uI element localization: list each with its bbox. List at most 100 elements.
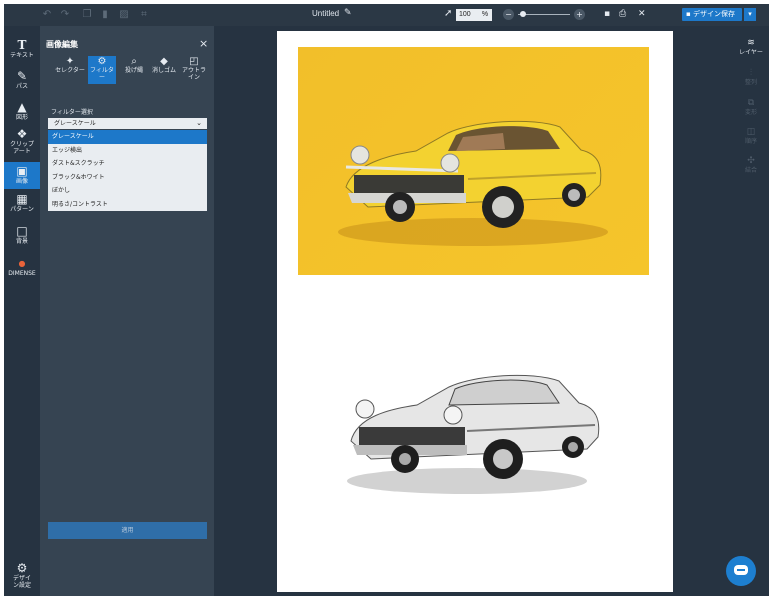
design-page[interactable]	[277, 31, 673, 592]
sidebar-item-design-settings[interactable]: ⚙ デザイン設定	[4, 562, 40, 590]
image-icon: ▣	[16, 164, 28, 178]
filter-option[interactable]: 明るさ/コントラスト	[48, 197, 207, 211]
dimense-icon: ●	[18, 259, 26, 268]
sidebar-item-shapes[interactable]: ▲ 図形	[4, 101, 40, 123]
sidebar-item-label: 図形	[15, 114, 28, 121]
color-car-photo[interactable]	[298, 47, 649, 275]
chevron-down-icon: ⌄	[196, 119, 202, 127]
tool-filter[interactable]: ⚙ フィルター	[88, 56, 116, 84]
sidebar-item-dimense[interactable]: ● DIMENSE	[4, 257, 40, 279]
sidebar-item-combine[interactable]: ✣ 結合	[733, 156, 769, 178]
sidebar-item-label: DIMENSE	[8, 270, 36, 277]
sidebar-item-align[interactable]: ⫶ 整列	[733, 68, 769, 90]
filter-option[interactable]: グレースケール	[48, 130, 207, 144]
magic-wand-icon: ✦	[65, 56, 75, 67]
panel-title: 画像編集	[46, 40, 78, 49]
sidebar-item-label: 変形	[744, 109, 757, 116]
sidebar-item-label: 整列	[744, 79, 757, 86]
crop-icon[interactable]: ⌗	[137, 8, 151, 22]
filter-options-list: グレースケール エッジ検出 ダスト&スクラッチ ブラック&ホワイト ぼかし 明る…	[48, 130, 207, 211]
sidebar-item-clipart[interactable]: ❖ クリップアート	[4, 128, 40, 158]
print-icon[interactable]: ⎙	[619, 9, 626, 19]
sidebar-item-label: レイヤー	[739, 49, 763, 56]
tool-label: 投げ縄	[124, 67, 143, 74]
sidebar-item-transform[interactable]: ⧉ 変形	[733, 98, 769, 120]
align-icon: ⫶	[749, 68, 753, 78]
background-icon: □	[16, 224, 28, 238]
zoom-input[interactable]: 100	[456, 9, 478, 21]
undo-icon[interactable]: ↶	[40, 8, 54, 22]
sidebar-item-label: 背景	[15, 238, 28, 245]
transform-icon: ⧉	[747, 98, 755, 108]
lasso-icon: ⌕	[131, 56, 137, 67]
redo-icon[interactable]: ↷	[58, 8, 72, 22]
grayscale-car-photo[interactable]	[327, 331, 607, 501]
zoom-in-button[interactable]: +	[574, 9, 585, 20]
tool-label: セレクター	[55, 67, 85, 74]
layers-icon: ≋	[747, 38, 755, 48]
apply-button[interactable]: 適用	[48, 522, 207, 539]
filter-option[interactable]: ぼかし	[48, 184, 207, 198]
save-design-button[interactable]: ▪ デザイン保存	[682, 8, 742, 21]
shapes-icon: ▲	[17, 100, 27, 114]
filter-select-label: フィルター選択	[51, 109, 93, 116]
sidebar-item-text[interactable]: T テキスト	[4, 39, 40, 61]
image-edit-panel: 画像編集 × ✦ セレクター ⚙ フィルター ⌕ 投げ縄 ◆ 消しゴム ◰ アウ…	[40, 26, 214, 596]
sidebar-item-label: 画像	[15, 178, 28, 185]
save-design-icon: ▪	[686, 10, 693, 18]
filter-icon: ⚙	[97, 56, 107, 67]
filter-option[interactable]: エッジ検出	[48, 143, 207, 157]
sidebar-item-pattern[interactable]: ▦ パターン	[4, 193, 40, 217]
sidebar-item-label: パターン	[10, 206, 34, 213]
sidebar-item-image[interactable]: ▣ 画像	[4, 162, 40, 189]
order-icon: ◫	[746, 127, 756, 137]
left-sidebar: T テキスト ✎ パス ▲ 図形 ❖ クリップアート ▣ 画像 ▦ パターン □…	[4, 26, 40, 596]
delete-icon[interactable]: ▮	[98, 8, 112, 22]
close-icon[interactable]: ✕	[638, 9, 646, 19]
top-toolbar: ↶ ↷ ❐ ▮ ▨ ⌗ Untitled ✎ ➚ 100 % − + ▪ ⎙ ✕…	[4, 4, 769, 26]
copy-icon[interactable]: ❐	[80, 8, 94, 22]
sidebar-item-label: 順序	[744, 138, 757, 145]
gear-icon: ⚙	[16, 561, 28, 575]
tool-lasso[interactable]: ⌕ 投げ縄	[120, 56, 148, 84]
outline-icon: ◰	[189, 56, 199, 67]
image-icon[interactable]: ▨	[117, 8, 131, 22]
close-icon[interactable]: ×	[199, 37, 208, 50]
app-window: ↶ ↷ ❐ ▮ ▨ ⌗ Untitled ✎ ➚ 100 % − + ▪ ⎙ ✕…	[4, 4, 769, 596]
tool-outline[interactable]: ◰ アウトライン	[180, 56, 208, 84]
zoom-out-button[interactable]: −	[503, 9, 514, 20]
filter-select[interactable]: グレースケール ⌄	[48, 118, 207, 129]
clipart-icon: ❖	[16, 127, 28, 141]
save-icon[interactable]: ▪	[604, 9, 610, 19]
chat-support-button[interactable]	[726, 556, 756, 586]
text-icon: T	[17, 38, 27, 52]
sidebar-item-layers[interactable]: ≋ レイヤー	[733, 38, 769, 60]
save-design-label: デザイン保存	[692, 10, 735, 18]
document-title[interactable]: Untitled	[312, 9, 339, 18]
tool-selector[interactable]: ✦ セレクター	[55, 56, 85, 84]
combine-icon: ✣	[747, 156, 755, 166]
filter-option[interactable]: ブラック&ホワイト	[48, 170, 207, 184]
sidebar-item-path[interactable]: ✎ パス	[4, 70, 40, 92]
sidebar-item-label: パス	[15, 83, 28, 90]
sidebar-item-order[interactable]: ◫ 順序	[733, 127, 769, 149]
tool-label: 消しゴム	[151, 67, 176, 74]
edit-title-icon[interactable]: ✎	[344, 8, 352, 18]
zoom-slider-handle[interactable]	[520, 11, 526, 17]
tool-label: アウトライン	[181, 67, 206, 81]
filter-option[interactable]: ダスト&スクラッチ	[48, 157, 207, 171]
sidebar-item-label: 結合	[744, 167, 757, 174]
pattern-icon: ▦	[16, 192, 28, 206]
tool-label: フィルター	[90, 67, 114, 81]
pointer-icon[interactable]: ➚	[444, 8, 452, 19]
filter-select-value: グレースケール	[54, 120, 96, 127]
pen-icon: ✎	[16, 69, 28, 83]
chat-dots	[737, 569, 745, 571]
sidebar-item-label: クリップアート	[9, 141, 34, 155]
tool-eraser[interactable]: ◆ 消しゴム	[150, 56, 178, 84]
sidebar-item-background[interactable]: □ 背景	[4, 225, 40, 247]
eraser-icon: ◆	[160, 56, 168, 67]
save-dropdown-button[interactable]: ▾	[744, 8, 756, 21]
right-sidebar: ≋ レイヤー ⫶ 整列 ⧉ 変形 ◫ 順序 ✣ 結合	[733, 26, 769, 596]
sidebar-item-label: デザイン設定	[12, 575, 31, 589]
